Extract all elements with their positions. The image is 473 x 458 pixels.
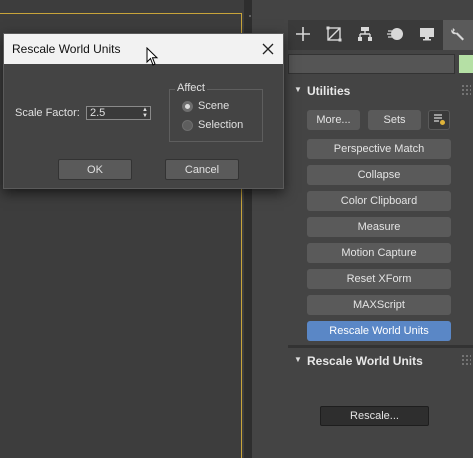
close-button[interactable]: [253, 34, 283, 64]
rescale-rollout: ▼ Rescale World Units: [288, 350, 473, 458]
utility-button-perspective-match[interactable]: Perspective Match: [307, 139, 451, 159]
utility-button-rescale-world-units[interactable]: Rescale World Units: [307, 321, 451, 341]
tab-hierarchy[interactable]: [350, 20, 380, 50]
drag-handle-icon[interactable]: [461, 84, 471, 96]
utility-button-collapse[interactable]: Collapse: [307, 165, 451, 185]
collapse-triangle-icon: ▼: [294, 355, 302, 364]
mouse-cursor-icon: [146, 46, 160, 70]
more-button[interactable]: More...: [307, 110, 360, 130]
affect-group-label: Affect: [175, 82, 207, 94]
scale-factor-label: Scale Factor:: [15, 107, 80, 119]
utility-button-maxscript[interactable]: MAXScript: [307, 295, 451, 315]
cancel-button[interactable]: Cancel: [165, 159, 239, 180]
modify-icon: [324, 24, 344, 47]
rollout-title: Utilities: [307, 84, 351, 98]
radio-selection[interactable]: [182, 120, 193, 131]
command-panel-tabs: [288, 20, 473, 50]
utility-button-reset-xform[interactable]: Reset XForm: [307, 269, 451, 289]
drag-handle-icon[interactable]: [461, 354, 471, 366]
hierarchy-icon: [355, 24, 375, 47]
tab-create[interactable]: [288, 20, 318, 50]
close-icon: [262, 43, 274, 55]
display-icon: [417, 24, 437, 47]
utility-button-motion-capture[interactable]: Motion Capture: [307, 243, 451, 263]
utilities-rollout-header[interactable]: ▼ Utilities: [288, 80, 473, 102]
spinner-arrows-icon[interactable]: ▲ ▼: [141, 107, 149, 119]
tab-display[interactable]: [412, 20, 442, 50]
dialog-title: Rescale World Units: [12, 42, 121, 56]
tab-modify[interactable]: [319, 20, 349, 50]
scale-factor-value[interactable]: 2.5: [90, 107, 105, 119]
object-name-field[interactable]: [288, 54, 455, 74]
configure-sets-icon: [432, 112, 446, 129]
tab-motion[interactable]: [381, 20, 411, 50]
radio-selection-label[interactable]: Selection: [198, 119, 243, 131]
active-viewport-border: [0, 13, 242, 14]
ok-button[interactable]: OK: [58, 159, 132, 180]
rescale-button[interactable]: Rescale...: [320, 406, 429, 426]
utility-button-measure[interactable]: Measure: [307, 217, 451, 237]
radio-scene-label[interactable]: Scene: [198, 100, 229, 112]
utilities-icon: [448, 24, 468, 47]
rescale-rollout-header[interactable]: ▼ Rescale World Units: [288, 350, 473, 372]
dialog-title-bar[interactable]: Rescale World Units: [4, 34, 283, 64]
create-icon: [293, 24, 313, 47]
rollout-title: Rescale World Units: [307, 354, 423, 368]
radio-scene[interactable]: [182, 101, 193, 112]
scale-factor-spinner[interactable]: 2.5 ▲ ▼: [86, 106, 151, 120]
motion-icon: [386, 24, 406, 47]
rescale-world-units-dialog: Rescale World Units Scale Factor: 2.5 ▲ ▼…: [3, 33, 284, 189]
utility-button-color-clipboard[interactable]: Color Clipboard: [307, 191, 451, 211]
affect-group: Affect: [169, 82, 263, 142]
rollout-separator: [288, 345, 473, 348]
collapse-triangle-icon: ▼: [294, 85, 302, 94]
configure-button-sets[interactable]: [428, 110, 450, 130]
sets-button[interactable]: Sets: [368, 110, 421, 130]
object-color-swatch[interactable]: [459, 55, 473, 73]
tab-utilities[interactable]: [443, 20, 473, 50]
